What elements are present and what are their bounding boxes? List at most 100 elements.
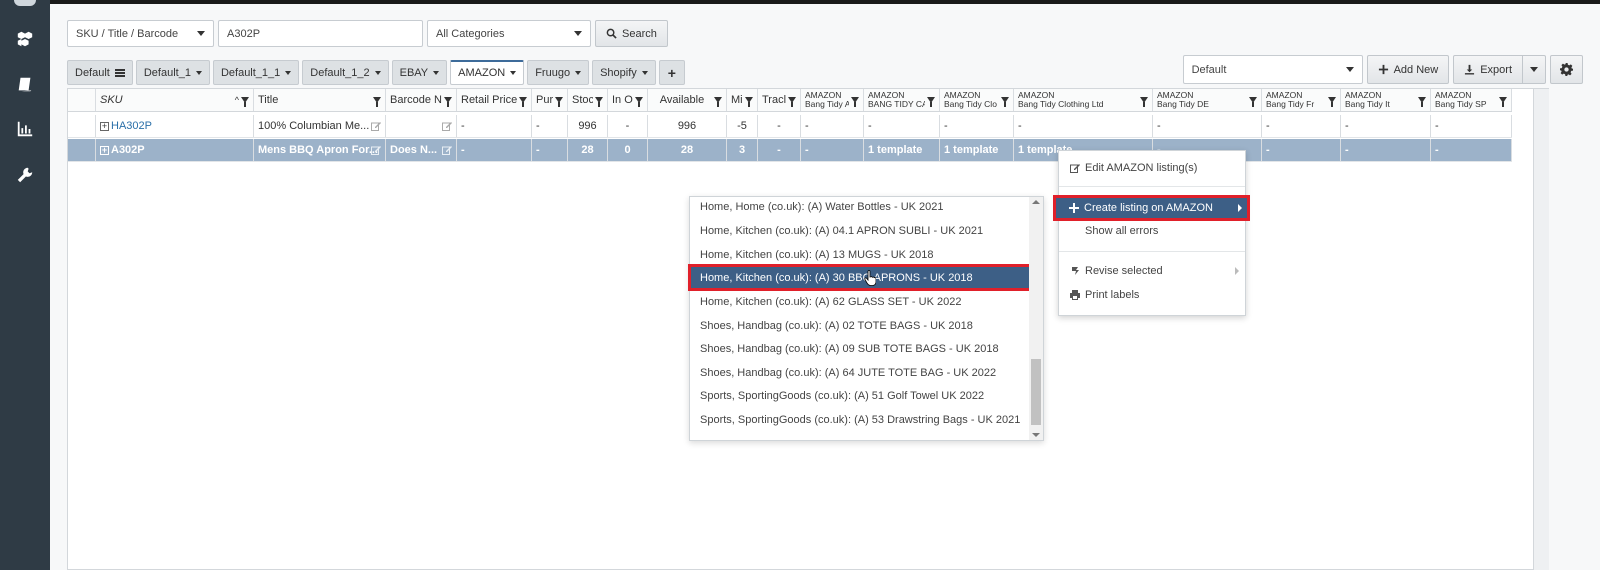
- template-item[interactable]: Home, Kitchen (co.uk): (A) 04.1 APRON SU…: [690, 219, 1030, 242]
- header-available[interactable]: Available: [648, 89, 727, 111]
- view-select[interactable]: Default: [1182, 55, 1363, 84]
- template-item[interactable]: Home, Home (co.uk): (A) Water Bottles - …: [690, 195, 1030, 218]
- available-cell[interactable]: 28: [648, 139, 727, 161]
- template-item[interactable]: Home, Kitchen (co.uk): (A) 62 GLASS SET …: [690, 290, 1030, 313]
- stock-cell[interactable]: 28: [568, 139, 608, 161]
- wrench-icon[interactable]: [0, 160, 50, 190]
- amazon-cell[interactable]: -: [864, 115, 940, 137]
- filter-icon[interactable]: [851, 97, 859, 107]
- title-cell[interactable]: Mens BBQ Apron For...: [254, 139, 386, 161]
- amazon-cell[interactable]: -: [1341, 139, 1431, 161]
- filter-icon[interactable]: [555, 97, 563, 107]
- search-input[interactable]: A302P: [218, 20, 423, 47]
- grid-vertical-scrollbar[interactable]: [1534, 88, 1549, 570]
- tab-default-1-1[interactable]: Default_1_1: [212, 60, 300, 85]
- filter-icon[interactable]: [444, 97, 452, 107]
- amazon-cell[interactable]: -: [1262, 139, 1341, 161]
- header-sku[interactable]: SKU ^: [96, 89, 254, 111]
- track-cell[interactable]: -: [758, 115, 801, 137]
- header-in-order[interactable]: In O: [608, 89, 648, 111]
- tab-default-1-2[interactable]: Default_1_2: [302, 60, 389, 85]
- stock-cell[interactable]: 996: [568, 115, 608, 137]
- in-order-cell[interactable]: -: [608, 115, 648, 137]
- filter-icon[interactable]: [1140, 97, 1148, 107]
- tab-default[interactable]: Default: [67, 60, 133, 85]
- header-amazon-bang-tidy-ca[interactable]: AMAZON BANG TIDY CA: [864, 89, 940, 111]
- amazon-cell[interactable]: 1 template: [940, 139, 1014, 161]
- track-cell[interactable]: -: [758, 139, 801, 161]
- header-min[interactable]: Mi: [727, 89, 758, 111]
- search-button[interactable]: Search: [595, 20, 668, 47]
- template-item-highlighted[interactable]: Home, Kitchen (co.uk): (A) 30 BBQ APRONS…: [688, 264, 1032, 291]
- tab-amazon[interactable]: AMAZON: [450, 60, 525, 85]
- export-dropdown-button[interactable]: [1523, 55, 1546, 84]
- sidebar-top-icon[interactable]: [14, 0, 36, 6]
- barcode-cell[interactable]: Does N...: [386, 139, 457, 161]
- filter-icon[interactable]: [1249, 97, 1257, 107]
- retail-price-cell[interactable]: -: [457, 115, 532, 137]
- category-select[interactable]: All Categories: [427, 20, 591, 47]
- title-cell[interactable]: 100% Columbian Me...: [254, 115, 386, 137]
- amazon-cell[interactable]: 1 template: [864, 139, 940, 161]
- sku-cell[interactable]: + HA302P: [96, 115, 254, 137]
- template-item[interactable]: Home, Kitchen (co.uk): (A) 13 MUGS - UK …: [690, 243, 1030, 266]
- row-checkbox-cell[interactable]: [68, 139, 96, 161]
- purchase-cell[interactable]: -: [532, 139, 568, 161]
- header-stock[interactable]: Stocl: [568, 89, 608, 111]
- header-track[interactable]: Tracl: [758, 89, 801, 111]
- filter-icon[interactable]: [1001, 97, 1009, 107]
- filter-icon[interactable]: [373, 97, 381, 107]
- header-amazon-bang-tidy-de[interactable]: AMAZON Bang Tidy DE: [1153, 89, 1262, 111]
- amazon-cell[interactable]: -: [1014, 115, 1153, 137]
- filter-icon[interactable]: [1418, 97, 1426, 107]
- filter-icon[interactable]: [714, 97, 722, 107]
- purchase-cell[interactable]: -: [532, 115, 568, 137]
- expand-icon[interactable]: +: [100, 121, 109, 131]
- expand-icon[interactable]: +: [100, 145, 109, 155]
- bar-chart-icon[interactable]: [0, 114, 50, 144]
- edit-icon[interactable]: [442, 121, 452, 131]
- filter-icon[interactable]: [1499, 97, 1507, 107]
- settings-button[interactable]: [1550, 55, 1583, 84]
- tab-fruugo[interactable]: Fruugo: [527, 60, 590, 85]
- amazon-cell[interactable]: -: [801, 115, 864, 137]
- sku-cell[interactable]: + A302P: [96, 139, 254, 161]
- tab-shopify[interactable]: Shopify: [592, 60, 656, 85]
- amazon-cell[interactable]: -: [1341, 115, 1431, 137]
- filter-icon[interactable]: [595, 97, 603, 107]
- template-item[interactable]: Shoes, Handbag (co.uk): (A) 02 TOTE BAGS…: [690, 314, 1030, 337]
- cubes-icon[interactable]: [0, 24, 50, 54]
- sku-value[interactable]: A302P: [111, 144, 145, 156]
- scroll-down-icon[interactable]: [1032, 433, 1040, 437]
- filter-icon[interactable]: [788, 97, 796, 107]
- filter-icon[interactable]: [241, 97, 249, 107]
- amazon-cell[interactable]: -: [1153, 115, 1262, 137]
- table-row[interactable]: + HA302P 100% Columbian Me... - - 996 - 9…: [68, 115, 1512, 138]
- min-cell[interactable]: 3: [727, 139, 758, 161]
- edit-icon[interactable]: [371, 145, 381, 155]
- template-item[interactable]: Sports, SportingGoods (co.uk): (A) 51 Go…: [690, 384, 1030, 407]
- template-item[interactable]: Sports, SportingGoods (co.uk): (A) 53 Dr…: [690, 408, 1030, 431]
- add-tab-button[interactable]: +: [658, 60, 685, 85]
- header-amazon-bang-tidy-clo[interactable]: AMAZON Bang Tidy Clo: [940, 89, 1014, 111]
- scroll-up-icon[interactable]: [1032, 200, 1040, 204]
- retail-price-cell[interactable]: -: [457, 139, 532, 161]
- filter-icon[interactable]: [519, 97, 527, 107]
- amazon-cell[interactable]: -: [1431, 115, 1512, 137]
- header-barcode[interactable]: Barcode N: [386, 89, 457, 111]
- edit-icon[interactable]: [371, 121, 381, 131]
- header-amazon-bang-tidy-a[interactable]: AMAZON Bang Tidy A: [801, 89, 864, 111]
- add-new-button[interactable]: Add New: [1366, 55, 1450, 84]
- edit-amazon-listing-item[interactable]: Edit AMAZON listing(s): [1059, 157, 1245, 179]
- filter-icon[interactable]: [635, 97, 643, 107]
- amazon-cell[interactable]: -: [1262, 115, 1341, 137]
- row-checkbox-cell[interactable]: [68, 115, 96, 137]
- available-cell[interactable]: 996: [648, 115, 727, 137]
- filter-icon[interactable]: [745, 97, 753, 107]
- header-amazon-bang-tidy-clothing-ltd[interactable]: AMAZON Bang Tidy Clothing Ltd: [1014, 89, 1153, 111]
- template-item[interactable]: Shoes, Handbag (co.uk): (A) 64 JUTE TOTE…: [690, 361, 1030, 384]
- header-amazon-bang-tidy-sp[interactable]: AMAZON Bang Tidy SP: [1431, 89, 1512, 111]
- search-field-select[interactable]: SKU / Title / Barcode: [67, 20, 214, 47]
- template-list-scrollbar[interactable]: [1029, 197, 1043, 440]
- amazon-cell[interactable]: -: [801, 139, 864, 161]
